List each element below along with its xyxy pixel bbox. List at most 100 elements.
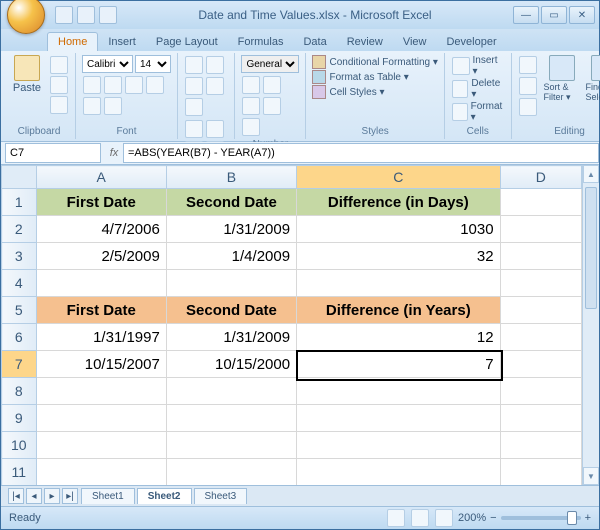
col-header-D[interactable]: D: [500, 166, 581, 189]
conditional-formatting-button[interactable]: Conditional Formatting ▾: [312, 55, 437, 69]
tab-nav-first-icon[interactable]: |◂: [8, 488, 24, 504]
comma-icon[interactable]: [242, 97, 260, 115]
cell-styles-button[interactable]: Cell Styles ▾: [312, 85, 384, 99]
sort-filter-button[interactable]: Sort & Filter ▾: [544, 55, 580, 103]
cell-D6[interactable]: [500, 324, 581, 351]
cell-C6[interactable]: 12: [297, 324, 501, 351]
cut-icon[interactable]: [50, 56, 68, 74]
cell-A10[interactable]: [36, 432, 166, 459]
cell-B9[interactable]: [166, 405, 296, 432]
cell-D7[interactable]: [500, 351, 581, 378]
percent-icon[interactable]: [263, 76, 281, 94]
cell-D11[interactable]: [500, 459, 581, 486]
cell-C5[interactable]: Difference (in Years): [297, 297, 501, 324]
vertical-scrollbar[interactable]: ▲ ▼: [582, 165, 599, 485]
font-color-icon[interactable]: [104, 97, 122, 115]
cell-A8[interactable]: [36, 378, 166, 405]
copy-icon[interactable]: [50, 76, 68, 94]
cell-B1[interactable]: Second Date: [166, 189, 296, 216]
cell-D3[interactable]: [500, 243, 581, 270]
cell-B4[interactable]: [166, 270, 296, 297]
cell-A5[interactable]: First Date: [36, 297, 166, 324]
align-center-icon[interactable]: [206, 120, 224, 138]
tab-review[interactable]: Review: [337, 33, 393, 51]
paste-button[interactable]: Paste: [9, 55, 45, 94]
col-header-B[interactable]: B: [166, 166, 296, 189]
tab-nav-last-icon[interactable]: ▸|: [62, 488, 78, 504]
cell-B5[interactable]: Second Date: [166, 297, 296, 324]
cell-B6[interactable]: 1/31/2009: [166, 324, 296, 351]
cell-A2[interactable]: 4/7/2006: [36, 216, 166, 243]
scroll-down-icon[interactable]: ▼: [583, 467, 599, 485]
cell-A3[interactable]: 2/5/2009: [36, 243, 166, 270]
row-header-8[interactable]: 8: [2, 378, 37, 405]
scroll-thumb[interactable]: [585, 187, 597, 309]
cell-D1[interactable]: [500, 189, 581, 216]
cell-C1[interactable]: Difference (in Days): [297, 189, 501, 216]
tab-insert[interactable]: Insert: [98, 33, 146, 51]
tab-formulas[interactable]: Formulas: [228, 33, 294, 51]
scroll-track[interactable]: [583, 183, 599, 467]
scroll-up-icon[interactable]: ▲: [583, 165, 599, 183]
cell-D5[interactable]: [500, 297, 581, 324]
format-painter-icon[interactable]: [50, 96, 68, 114]
cell-C10[interactable]: [297, 432, 501, 459]
cell-C9[interactable]: [297, 405, 501, 432]
maximize-button[interactable]: ▭: [541, 6, 567, 24]
row-header-9[interactable]: 9: [2, 405, 37, 432]
insert-cells-button[interactable]: Insert ▾: [451, 55, 505, 77]
cell-C2[interactable]: 1030: [297, 216, 501, 243]
view-pagebreak-icon[interactable]: [435, 509, 453, 527]
cell-A6[interactable]: 1/31/1997: [36, 324, 166, 351]
cell-D4[interactable]: [500, 270, 581, 297]
row-header-1[interactable]: 1: [2, 189, 37, 216]
bold-icon[interactable]: [83, 76, 101, 94]
cell-C8[interactable]: [297, 378, 501, 405]
align-bottom-icon[interactable]: [185, 77, 203, 95]
office-button[interactable]: [7, 0, 45, 34]
orientation-icon[interactable]: [206, 77, 224, 95]
cell-B10[interactable]: [166, 432, 296, 459]
tab-home[interactable]: Home: [47, 32, 98, 51]
row-header-2[interactable]: 2: [2, 216, 37, 243]
row-header-4[interactable]: 4: [2, 270, 37, 297]
format-as-table-button[interactable]: Format as Table ▾: [312, 70, 408, 84]
tab-nav-prev-icon[interactable]: ◂: [26, 488, 42, 504]
formula-input[interactable]: =ABS(YEAR(B7) - YEAR(A7)): [123, 143, 599, 163]
qat-save-icon[interactable]: [55, 6, 73, 24]
zoom-thumb[interactable]: [567, 511, 577, 525]
cell-A11[interactable]: [36, 459, 166, 486]
align-top-icon[interactable]: [185, 56, 203, 74]
tab-view[interactable]: View: [393, 33, 437, 51]
format-cells-button[interactable]: Format ▾: [451, 101, 505, 123]
row-header-3[interactable]: 3: [2, 243, 37, 270]
zoom-slider[interactable]: [501, 516, 581, 520]
row-header-6[interactable]: 6: [2, 324, 37, 351]
zoom-in-button[interactable]: +: [585, 512, 591, 524]
font-size-select[interactable]: 14: [135, 55, 171, 73]
view-layout-icon[interactable]: [411, 509, 429, 527]
cell-B3[interactable]: 1/4/2009: [166, 243, 296, 270]
sheet-tab-sheet1[interactable]: Sheet1: [81, 488, 135, 504]
align-middle-icon[interactable]: [206, 56, 224, 74]
autosum-icon[interactable]: [519, 56, 537, 74]
number-format-select[interactable]: General: [241, 55, 299, 73]
cell-C3[interactable]: 32: [297, 243, 501, 270]
cell-C7[interactable]: 7: [297, 351, 501, 378]
cell-A1[interactable]: First Date: [36, 189, 166, 216]
cell-A4[interactable]: [36, 270, 166, 297]
tab-data[interactable]: Data: [293, 33, 336, 51]
grid[interactable]: ABCD1First DateSecond DateDifference (in…: [1, 165, 582, 485]
col-header-A[interactable]: A: [36, 166, 166, 189]
align-left-icon[interactable]: [185, 120, 203, 138]
minimize-button[interactable]: —: [513, 6, 539, 24]
qat-undo-icon[interactable]: [77, 6, 95, 24]
dec-decimal-icon[interactable]: [242, 118, 260, 136]
font-name-select[interactable]: Calibri: [82, 55, 133, 73]
underline-icon[interactable]: [125, 76, 143, 94]
cell-C4[interactable]: [297, 270, 501, 297]
zoom-out-button[interactable]: −: [490, 512, 496, 524]
fx-icon[interactable]: fx: [105, 147, 123, 159]
cell-B11[interactable]: [166, 459, 296, 486]
sheet-tab-sheet3[interactable]: Sheet3: [194, 488, 248, 504]
